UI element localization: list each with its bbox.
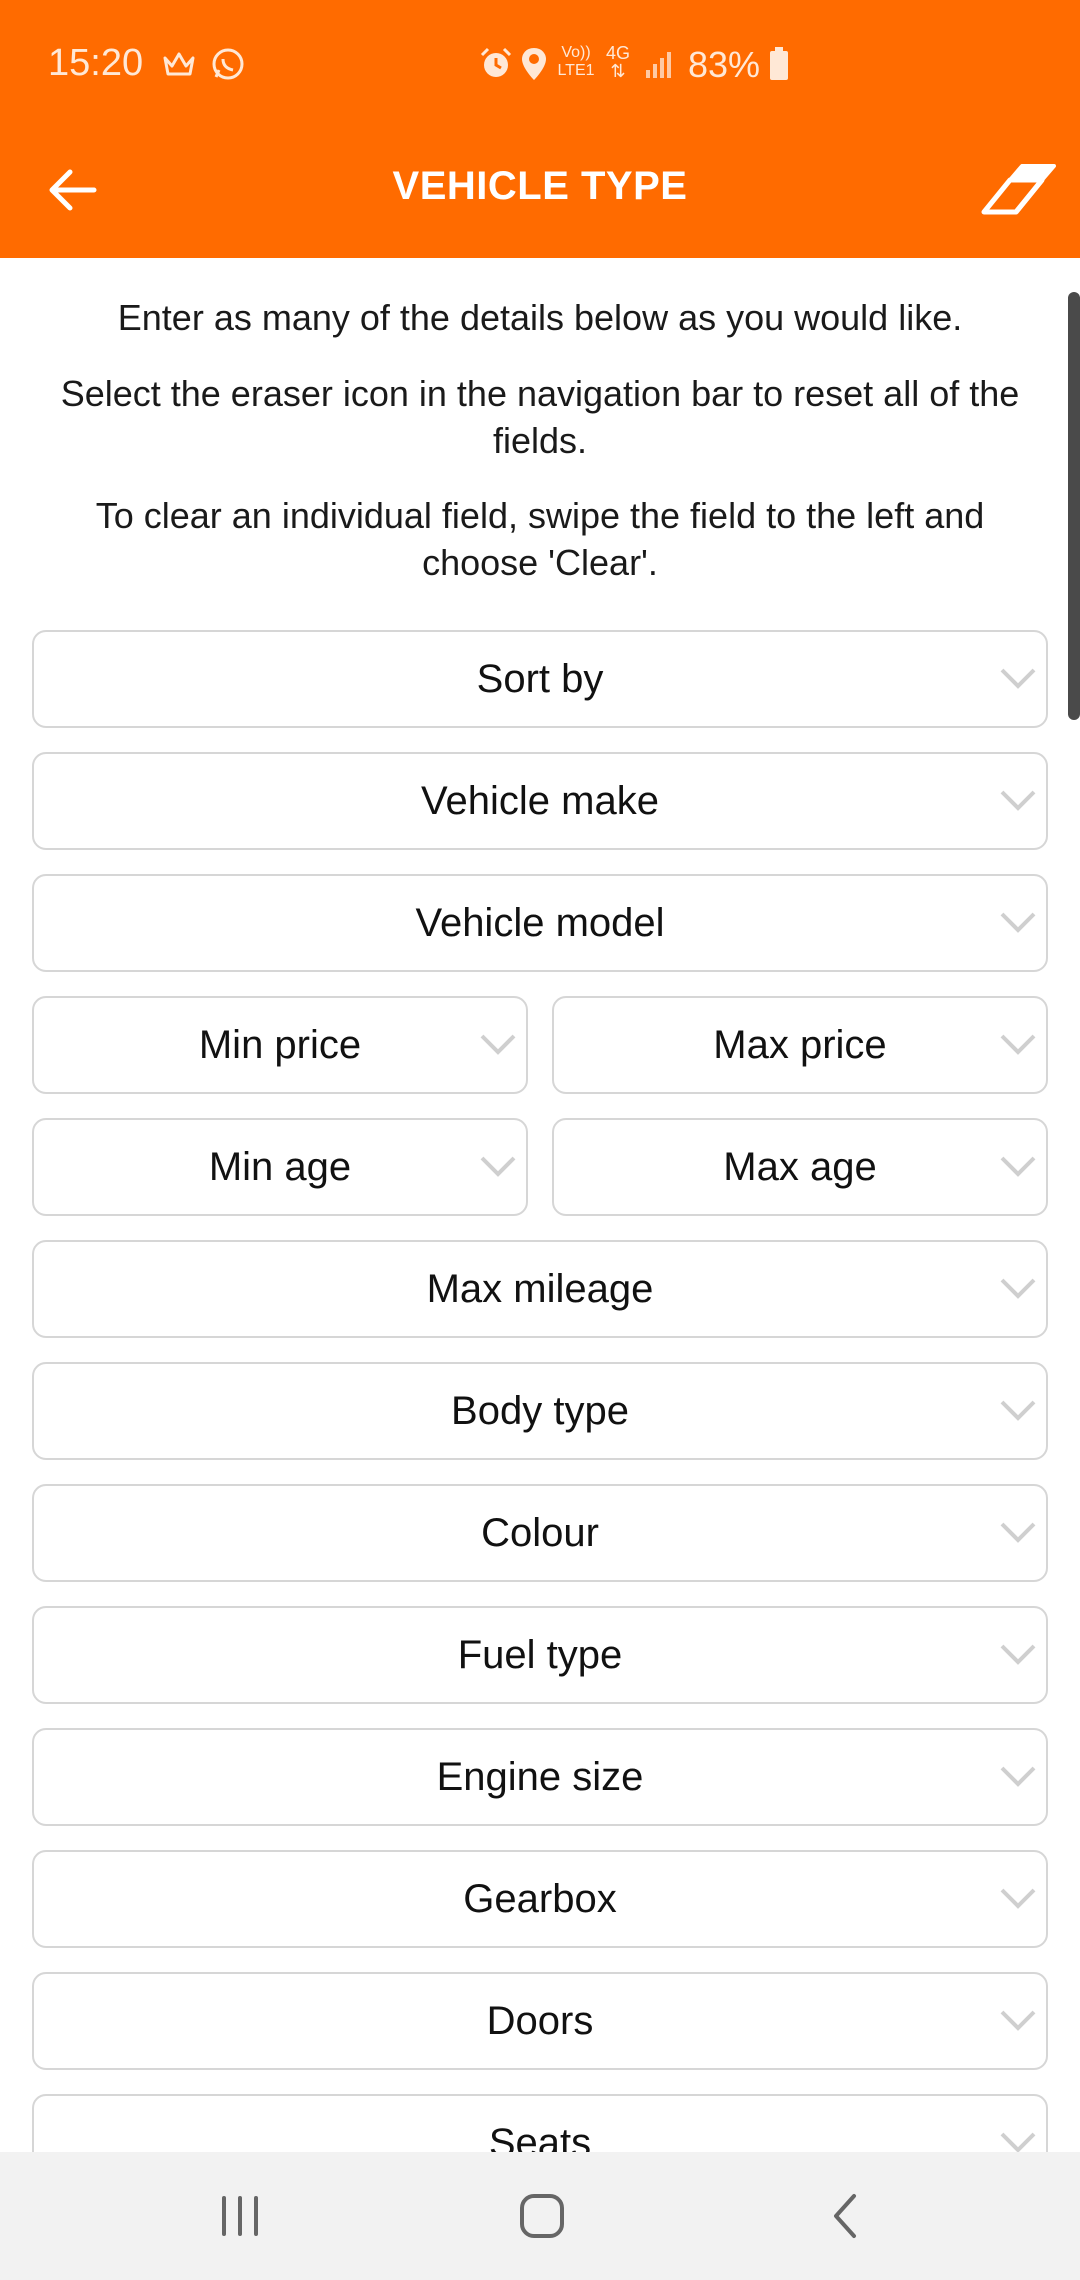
dropdown-label: Doors	[486, 1998, 594, 2043]
crown-icon	[163, 52, 195, 76]
app-bar: VEHICLE TYPE	[0, 130, 1080, 258]
dropdown-label: Gearbox	[463, 1876, 617, 1921]
chevron-down-icon	[480, 1034, 516, 1055]
dropdown-label: Min age	[208, 1144, 352, 1189]
fuel-type-dropdown[interactable]: Fuel type	[32, 1606, 1048, 1704]
status-bar: 15:20 Vo)) LTE1 4G ⇅ 83%	[0, 0, 1080, 130]
dropdown-label: Min price	[198, 1022, 362, 1067]
sort-by-dropdown[interactable]: Sort by	[32, 630, 1048, 728]
back-icon[interactable]	[816, 2186, 876, 2246]
dropdown-label: Vehicle make	[421, 778, 659, 823]
colour-dropdown[interactable]: Colour	[32, 1484, 1048, 1582]
chevron-down-icon	[1000, 790, 1036, 811]
chevron-down-icon	[1000, 1888, 1036, 1909]
dropdown-label: Vehicle model	[415, 900, 665, 945]
volte-label: Vo))	[561, 44, 591, 61]
page-title: VEHICLE TYPE	[392, 164, 688, 208]
battery-percent: 83%	[688, 44, 761, 85]
min-price-dropdown[interactable]: Min price	[32, 996, 528, 1094]
dropdown-label: Max mileage	[426, 1266, 654, 1311]
seats-dropdown[interactable]: Seats	[32, 2094, 1048, 2152]
chevron-down-icon	[1000, 1644, 1036, 1665]
scrollbar[interactable]	[1068, 292, 1080, 720]
chevron-down-icon	[1000, 912, 1036, 933]
recent-apps-icon[interactable]	[210, 2186, 270, 2246]
intro-text-2: Select the eraser icon in the navigation…	[60, 373, 1020, 461]
dropdown-label: Max age	[723, 1144, 877, 1189]
data-arrows-icon: ⇅	[610, 61, 626, 81]
vehicle-model-dropdown[interactable]: Vehicle model	[32, 874, 1048, 972]
system-nav-bar	[0, 2152, 1080, 2280]
intro-text-1: Enter as many of the details below as yo…	[117, 297, 963, 338]
dropdown-label: Max price	[713, 1022, 887, 1067]
status-time: 15:20	[48, 42, 144, 84]
chevron-down-icon	[1000, 1522, 1036, 1543]
chevron-down-icon	[1000, 1766, 1036, 1787]
max-mileage-dropdown[interactable]: Max mileage	[32, 1240, 1048, 1338]
lte-label: LTE1	[557, 62, 595, 79]
gearbox-dropdown[interactable]: Gearbox	[32, 1850, 1048, 1948]
dropdown-label: Body type	[451, 1388, 629, 1433]
dropdown-label: Sort by	[476, 656, 604, 701]
whatsapp-icon	[212, 48, 244, 80]
filter-form[interactable]: Enter as many of the details below as yo…	[0, 258, 1080, 2152]
dropdown-label: Colour	[481, 1510, 599, 1555]
chevron-down-icon	[1000, 2010, 1036, 2031]
engine-size-dropdown[interactable]: Engine size	[32, 1728, 1048, 1826]
doors-dropdown[interactable]: Doors	[32, 1972, 1048, 2070]
location-icon	[522, 48, 546, 80]
battery-icon	[770, 47, 788, 80]
chevron-down-icon	[1000, 1400, 1036, 1421]
chevron-down-icon	[1000, 1278, 1036, 1299]
chevron-down-icon	[1000, 2132, 1036, 2152]
vehicle-make-dropdown[interactable]: Vehicle make	[32, 752, 1048, 850]
intro-text-3: To clear an individual field, swipe the …	[95, 495, 985, 583]
dropdown-label: Seats	[488, 2120, 592, 2153]
signal-icon	[646, 52, 671, 78]
min-age-dropdown[interactable]: Min age	[32, 1118, 528, 1216]
home-icon[interactable]	[512, 2186, 572, 2246]
chevron-down-icon	[1000, 668, 1036, 689]
max-price-dropdown[interactable]: Max price	[552, 996, 1048, 1094]
chevron-down-icon	[1000, 1034, 1036, 1055]
body-type-dropdown[interactable]: Body type	[32, 1362, 1048, 1460]
network-type-indicator: 4G ⇅	[604, 44, 632, 80]
eraser-icon[interactable]	[976, 156, 1056, 226]
network-type-label: 4G	[605, 43, 630, 63]
volte-indicator: Vo)) LTE1	[556, 44, 596, 80]
dropdown-label: Engine size	[436, 1754, 644, 1799]
chevron-down-icon	[1000, 1156, 1036, 1177]
alarm-icon	[480, 47, 512, 77]
dropdown-label: Fuel type	[457, 1632, 623, 1677]
max-age-dropdown[interactable]: Max age	[552, 1118, 1048, 1216]
chevron-down-icon	[480, 1156, 516, 1177]
